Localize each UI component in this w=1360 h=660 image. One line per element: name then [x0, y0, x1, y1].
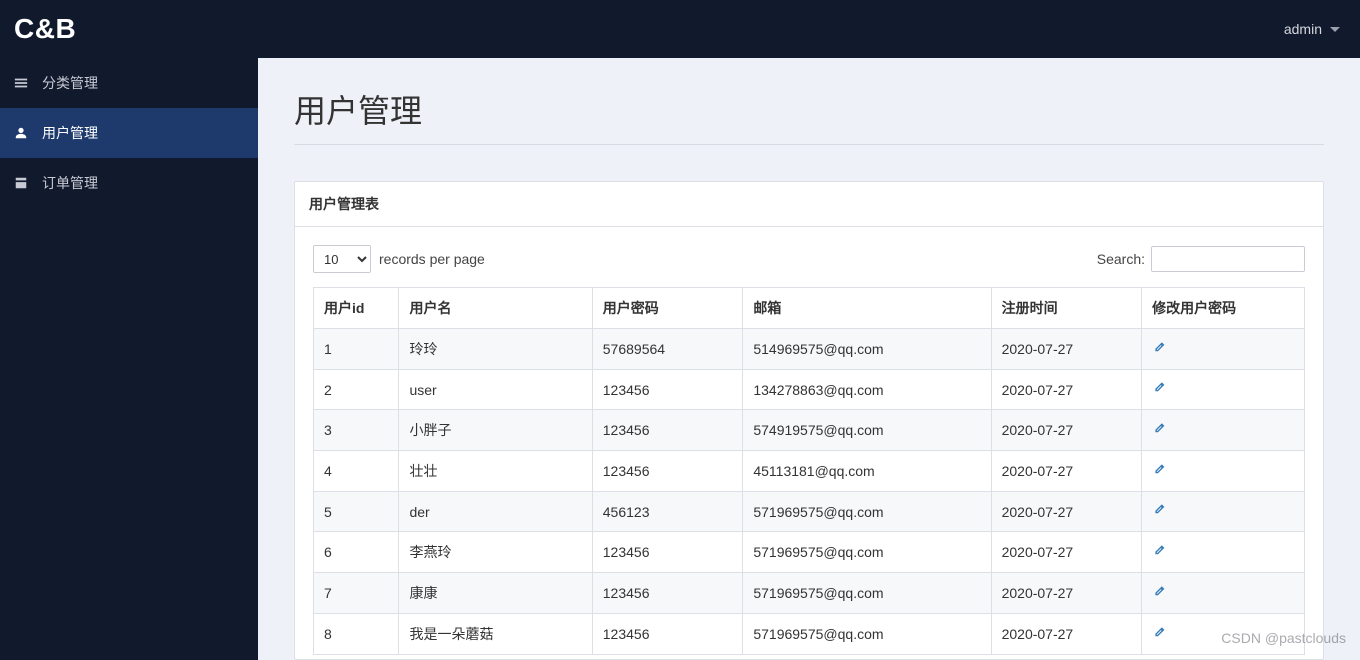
cell-username: 壮壮 — [399, 451, 592, 492]
menu-icon — [14, 76, 28, 90]
cell-username: 李燕玲 — [399, 532, 592, 573]
cell-password: 123456 — [592, 410, 743, 451]
col-header-password[interactable]: 用户密码 — [592, 288, 743, 329]
cell-id: 1 — [314, 329, 399, 370]
edit-icon[interactable] — [1152, 502, 1168, 518]
cell-username: der — [399, 492, 592, 532]
divider — [294, 144, 1324, 145]
cell-email: 514969575@qq.com — [743, 329, 991, 370]
table-row: 5der456123571969575@qq.com2020-07-27 — [314, 492, 1305, 532]
panel-body: 10 records per page Search: 用户id 用户名 — [295, 227, 1323, 659]
edit-icon[interactable] — [1152, 584, 1168, 600]
cell-action — [1142, 614, 1305, 655]
sidebar-item-label: 分类管理 — [42, 73, 98, 93]
cell-password: 456123 — [592, 492, 743, 532]
cell-password: 123456 — [592, 573, 743, 614]
user-icon — [14, 126, 28, 140]
cell-email: 571969575@qq.com — [743, 573, 991, 614]
sidebar-item-label: 用户管理 — [42, 123, 98, 143]
cell-password: 123456 — [592, 614, 743, 655]
col-header-id[interactable]: 用户id — [314, 288, 399, 329]
cell-regdate: 2020-07-27 — [991, 492, 1142, 532]
cell-action — [1142, 573, 1305, 614]
search-label: Search: — [1097, 251, 1145, 267]
col-header-action[interactable]: 修改用户密码 — [1142, 288, 1305, 329]
sidebar-item-order[interactable]: 订单管理 — [0, 158, 258, 208]
cell-regdate: 2020-07-27 — [991, 451, 1142, 492]
cell-password: 57689564 — [592, 329, 743, 370]
search-input[interactable] — [1151, 246, 1305, 272]
table-header-row: 用户id 用户名 用户密码 邮箱 注册时间 修改用户密码 — [314, 288, 1305, 329]
topbar: C&B admin — [0, 0, 1360, 58]
cell-regdate: 2020-07-27 — [991, 614, 1142, 655]
edit-icon[interactable] — [1152, 421, 1168, 437]
main-content: 用户管理 用户管理表 10 records per page Search: — [258, 58, 1360, 660]
cell-id: 3 — [314, 410, 399, 451]
cell-email: 571969575@qq.com — [743, 492, 991, 532]
cell-action — [1142, 492, 1305, 532]
cell-id: 8 — [314, 614, 399, 655]
page-size-label: records per page — [379, 251, 485, 267]
cell-username: 我是一朵蘑菇 — [399, 614, 592, 655]
page-size-select[interactable]: 10 — [313, 245, 371, 273]
caret-down-icon — [1330, 27, 1340, 32]
col-header-regdate[interactable]: 注册时间 — [991, 288, 1142, 329]
cell-regdate: 2020-07-27 — [991, 370, 1142, 410]
cell-id: 5 — [314, 492, 399, 532]
cell-password: 123456 — [592, 451, 743, 492]
cell-id: 4 — [314, 451, 399, 492]
edit-icon[interactable] — [1152, 380, 1168, 396]
brand-logo: C&B — [14, 13, 76, 45]
cell-regdate: 2020-07-27 — [991, 410, 1142, 451]
panel-title: 用户管理表 — [295, 182, 1323, 227]
edit-icon[interactable] — [1152, 543, 1168, 559]
cell-regdate: 2020-07-27 — [991, 573, 1142, 614]
cell-email: 571969575@qq.com — [743, 532, 991, 573]
edit-icon[interactable] — [1152, 462, 1168, 478]
current-username: admin — [1284, 21, 1322, 37]
cell-username: 康康 — [399, 573, 592, 614]
table-row: 3小胖子123456574919575@qq.com2020-07-27 — [314, 410, 1305, 451]
sidebar: 分类管理 用户管理 订单管理 — [0, 58, 258, 660]
table-toolbar: 10 records per page Search: — [313, 245, 1305, 273]
sidebar-item-label: 订单管理 — [42, 173, 98, 193]
user-table: 用户id 用户名 用户密码 邮箱 注册时间 修改用户密码 1玲玲57689564… — [313, 287, 1305, 655]
cell-regdate: 2020-07-27 — [991, 532, 1142, 573]
col-header-username[interactable]: 用户名 — [399, 288, 592, 329]
cell-regdate: 2020-07-27 — [991, 329, 1142, 370]
cell-username: 小胖子 — [399, 410, 592, 451]
cell-id: 6 — [314, 532, 399, 573]
col-header-email[interactable]: 邮箱 — [743, 288, 991, 329]
cell-username: 玲玲 — [399, 329, 592, 370]
cell-id: 7 — [314, 573, 399, 614]
page-title: 用户管理 — [294, 86, 1324, 132]
cell-action — [1142, 370, 1305, 410]
cell-email: 134278863@qq.com — [743, 370, 991, 410]
cell-password: 123456 — [592, 370, 743, 410]
edit-icon[interactable] — [1152, 625, 1168, 641]
sidebar-item-user[interactable]: 用户管理 — [0, 108, 258, 158]
table-row: 2user123456134278863@qq.com2020-07-27 — [314, 370, 1305, 410]
table-row: 4壮壮12345645113181@qq.com2020-07-27 — [314, 451, 1305, 492]
sidebar-item-category[interactable]: 分类管理 — [0, 58, 258, 108]
cell-password: 123456 — [592, 532, 743, 573]
table-row: 8我是一朵蘑菇123456571969575@qq.com2020-07-27 — [314, 614, 1305, 655]
cell-email: 571969575@qq.com — [743, 614, 991, 655]
cell-username: user — [399, 370, 592, 410]
cell-action — [1142, 451, 1305, 492]
cell-action — [1142, 410, 1305, 451]
table-row: 7康康123456571969575@qq.com2020-07-27 — [314, 573, 1305, 614]
cell-id: 2 — [314, 370, 399, 410]
order-icon — [14, 176, 28, 190]
table-row: 6李燕玲123456571969575@qq.com2020-07-27 — [314, 532, 1305, 573]
user-menu[interactable]: admin — [1284, 21, 1340, 37]
edit-icon[interactable] — [1152, 340, 1168, 356]
cell-email: 45113181@qq.com — [743, 451, 991, 492]
cell-action — [1142, 329, 1305, 370]
cell-action — [1142, 532, 1305, 573]
table-row: 1玲玲57689564514969575@qq.com2020-07-27 — [314, 329, 1305, 370]
cell-email: 574919575@qq.com — [743, 410, 991, 451]
panel: 用户管理表 10 records per page Search: — [294, 181, 1324, 660]
